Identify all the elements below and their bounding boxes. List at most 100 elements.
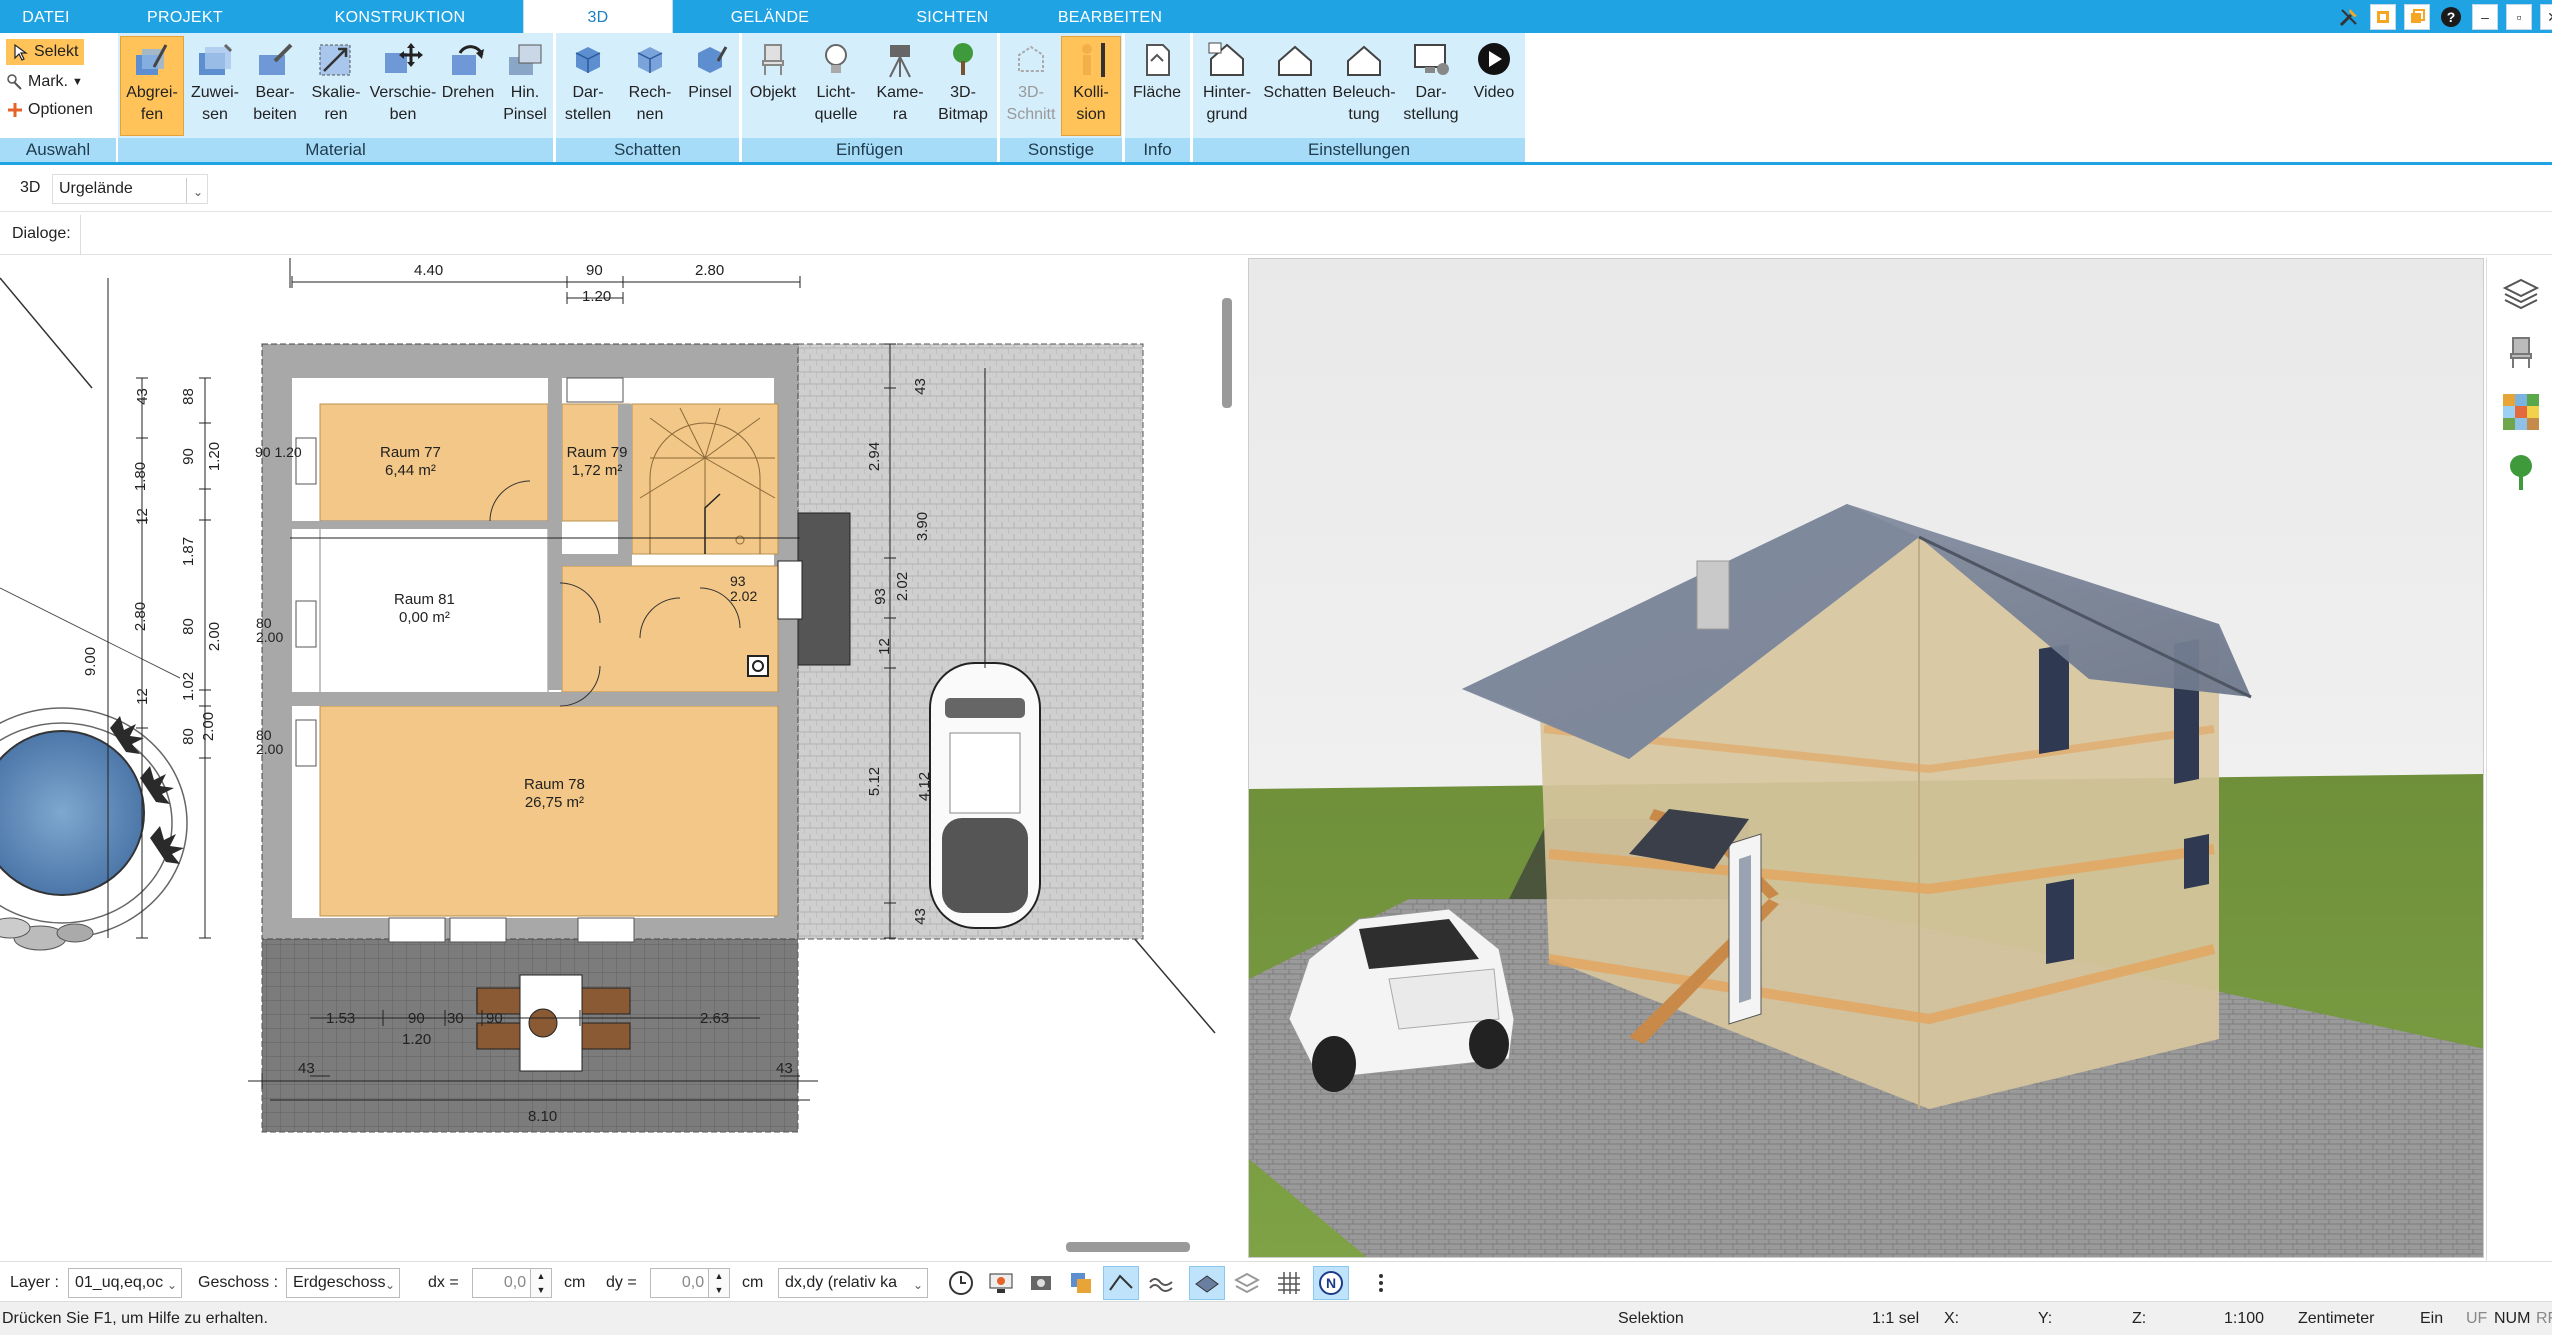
maximize-icon[interactable]: ▫ bbox=[2506, 4, 2532, 30]
help-icon[interactable]: ? bbox=[2438, 4, 2464, 30]
3d-view[interactable] bbox=[1248, 258, 2484, 1258]
dx-stepper[interactable]: ▲ ▼ bbox=[530, 1268, 552, 1298]
objekt-button[interactable]: Objekt bbox=[744, 37, 802, 135]
group-label-info: Info bbox=[1125, 138, 1190, 162]
dim-inner-3: 1.87 bbox=[180, 536, 198, 567]
lichtquelle-button[interactable]: Licht- quelle bbox=[804, 37, 868, 135]
tab-gelaende[interactable]: GELÄNDE bbox=[700, 0, 840, 33]
tab-bearbeiten[interactable]: BEARBEITEN bbox=[1040, 0, 1180, 33]
video-label: Video bbox=[1473, 84, 1515, 101]
person-collision-icon bbox=[1082, 43, 1105, 77]
status-selection: 1:1 sel bbox=[1872, 1310, 1920, 1327]
restore-window-icon[interactable] bbox=[2370, 4, 2396, 30]
darstellung-button[interactable]: Dar- stellung bbox=[1399, 37, 1463, 135]
material-palette-icon[interactable] bbox=[2501, 392, 2541, 432]
dx-unit: cm bbox=[564, 1274, 586, 1291]
dim-inner-1: 88 bbox=[179, 388, 197, 405]
group-label-einstellungen: Einstellungen bbox=[1193, 138, 1525, 162]
schatten-einstellung-button[interactable]: Schatten bbox=[1261, 37, 1329, 135]
tab-sichten[interactable]: SICHTEN bbox=[880, 0, 1025, 33]
zuweisen-button[interactable]: Zuwei- sen bbox=[186, 37, 244, 135]
kollision-button[interactable]: Kolli- sion bbox=[1061, 36, 1121, 136]
north-icon[interactable]: N bbox=[1313, 1266, 1349, 1300]
3d-render[interactable] bbox=[1249, 259, 2484, 1258]
hin-pinsel-button[interactable]: Hin. Pinsel bbox=[498, 37, 552, 135]
pinsel-button[interactable]: Pinsel bbox=[682, 37, 738, 135]
group-label-einfuegen: Einfügen bbox=[742, 138, 997, 162]
restore-all-icon[interactable] bbox=[2404, 4, 2430, 30]
snap-line-icon[interactable] bbox=[1103, 1266, 1139, 1300]
stack-icon[interactable] bbox=[1064, 1267, 1098, 1299]
lighting-house-icon bbox=[1347, 45, 1381, 76]
schatten-einstellung-label: Schatten bbox=[1263, 84, 1327, 101]
horizontal-scrollbar[interactable] bbox=[1066, 1242, 1190, 1252]
terrain-select[interactable]: Urgelände ⌄ bbox=[52, 174, 208, 204]
coord-mode-select[interactable]: dx,dy (relativ ka ⌄ bbox=[778, 1268, 928, 1298]
view-mode-label: 3D bbox=[20, 179, 41, 196]
tree-icon[interactable] bbox=[2501, 452, 2541, 492]
tab-3d[interactable]: 3D bbox=[523, 0, 673, 33]
video-button[interactable]: Video bbox=[1465, 37, 1523, 135]
terrace-dim-3: 30 bbox=[447, 1010, 464, 1027]
3d-schnitt-button[interactable]: 3D- Schnitt bbox=[1002, 37, 1060, 135]
status-y: Y: bbox=[2038, 1310, 2053, 1327]
drehen-button[interactable]: Drehen bbox=[440, 37, 496, 135]
dy-label: dy = bbox=[606, 1274, 637, 1291]
darstellen-button[interactable]: Dar- stellen bbox=[558, 37, 618, 135]
snap-wave-icon[interactable] bbox=[1144, 1267, 1178, 1299]
plan-labels: 4.40 90 2.80 1.20 43 1.80 12 2.80 12 9.0… bbox=[0, 258, 1240, 1261]
group-label-material: Material bbox=[118, 138, 553, 162]
screen-icon[interactable] bbox=[984, 1267, 1018, 1299]
verschieben-button[interactable]: Verschie- ben bbox=[368, 37, 438, 135]
app-window: DATEI PROJEKT KONSTRUKTION 3D GELÄNDE SI… bbox=[0, 0, 2552, 1335]
mark-icon bbox=[7, 74, 22, 90]
right-dim-6: 5.12 bbox=[866, 766, 884, 797]
hintergrund-button[interactable]: Hinter- grund bbox=[1195, 37, 1259, 135]
status-bar: Drücken Sie F1, um Hilfe zu erhalten. Se… bbox=[0, 1301, 2552, 1335]
layers-stack-icon[interactable] bbox=[1230, 1267, 1264, 1299]
terrace-dim-7: 43 bbox=[298, 1060, 315, 1077]
kamera-button[interactable]: Kame- ra bbox=[870, 37, 930, 135]
floor-plan-view[interactable]: 4.40 90 2.80 1.20 43 1.80 12 2.80 12 9.0… bbox=[0, 258, 1240, 1261]
rechnen-button[interactable]: Rech- nen bbox=[620, 37, 680, 135]
beleuchtung-button[interactable]: Beleuch- tung bbox=[1331, 37, 1397, 135]
close-icon[interactable]: ✕ bbox=[2540, 4, 2552, 30]
geschoss-select[interactable]: Erdgeschoss ⌄ bbox=[286, 1268, 400, 1298]
dy-stepper[interactable]: ▲ ▼ bbox=[708, 1268, 730, 1298]
tab-datei[interactable]: DATEI bbox=[0, 0, 92, 33]
selekt-button[interactable]: Selekt bbox=[6, 39, 85, 65]
zuweisen-label: Zuwei- sen bbox=[190, 84, 239, 123]
grid-icon[interactable] bbox=[1272, 1267, 1306, 1299]
flaeche-button[interactable]: Fläche bbox=[1127, 37, 1187, 135]
plane-icon[interactable] bbox=[1189, 1266, 1225, 1300]
minimize-icon[interactable]: – bbox=[2472, 4, 2498, 30]
terrace-dim-6: 1.20 bbox=[402, 1031, 432, 1048]
layer-select[interactable]: 01_uq,eq,oc ⌄ bbox=[68, 1268, 182, 1298]
area-info-icon bbox=[1146, 44, 1170, 76]
more-icon[interactable] bbox=[1364, 1267, 1398, 1299]
bearbeiten-material-button[interactable]: Bear- beiten bbox=[246, 37, 304, 135]
darstellen-label: Dar- stellen bbox=[564, 84, 612, 123]
skalieren-button[interactable]: Skalie- ren bbox=[306, 37, 366, 135]
group-einfuegen: Objekt Licht- quelle Kame- ra 3D- Bitmap… bbox=[742, 33, 997, 165]
tab-konstruktion[interactable]: KONSTRUKTION bbox=[320, 0, 480, 33]
furniture-icon[interactable] bbox=[2501, 332, 2541, 372]
clock-icon[interactable] bbox=[944, 1267, 978, 1299]
window-dim-1: 90 1.20 bbox=[255, 444, 302, 460]
mark-button[interactable]: Mark. ▼ bbox=[6, 69, 83, 95]
chevron-down-icon: ▼ bbox=[72, 76, 83, 88]
3d-bitmap-button[interactable]: 3D- Bitmap bbox=[932, 37, 994, 135]
camera-icon[interactable] bbox=[1024, 1267, 1058, 1299]
chair-icon bbox=[762, 44, 784, 75]
terrace-dim-4: 90 bbox=[486, 1010, 503, 1027]
dim-top-4: 1.20 bbox=[582, 288, 612, 305]
door-dim-1: 93 2.02 bbox=[730, 573, 758, 604]
optionen-button[interactable]: Optionen bbox=[6, 97, 93, 123]
tools-icon[interactable] bbox=[2336, 4, 2362, 30]
abgreifen-button[interactable]: Abgrei- fen bbox=[120, 36, 184, 136]
lightbulb-icon bbox=[825, 44, 847, 73]
layers-icon[interactable] bbox=[2501, 274, 2541, 314]
tab-projekt[interactable]: PROJEKT bbox=[120, 0, 250, 33]
vertical-scrollbar[interactable] bbox=[1222, 278, 1232, 1238]
terrace-dim-2: 90 bbox=[408, 1010, 425, 1027]
